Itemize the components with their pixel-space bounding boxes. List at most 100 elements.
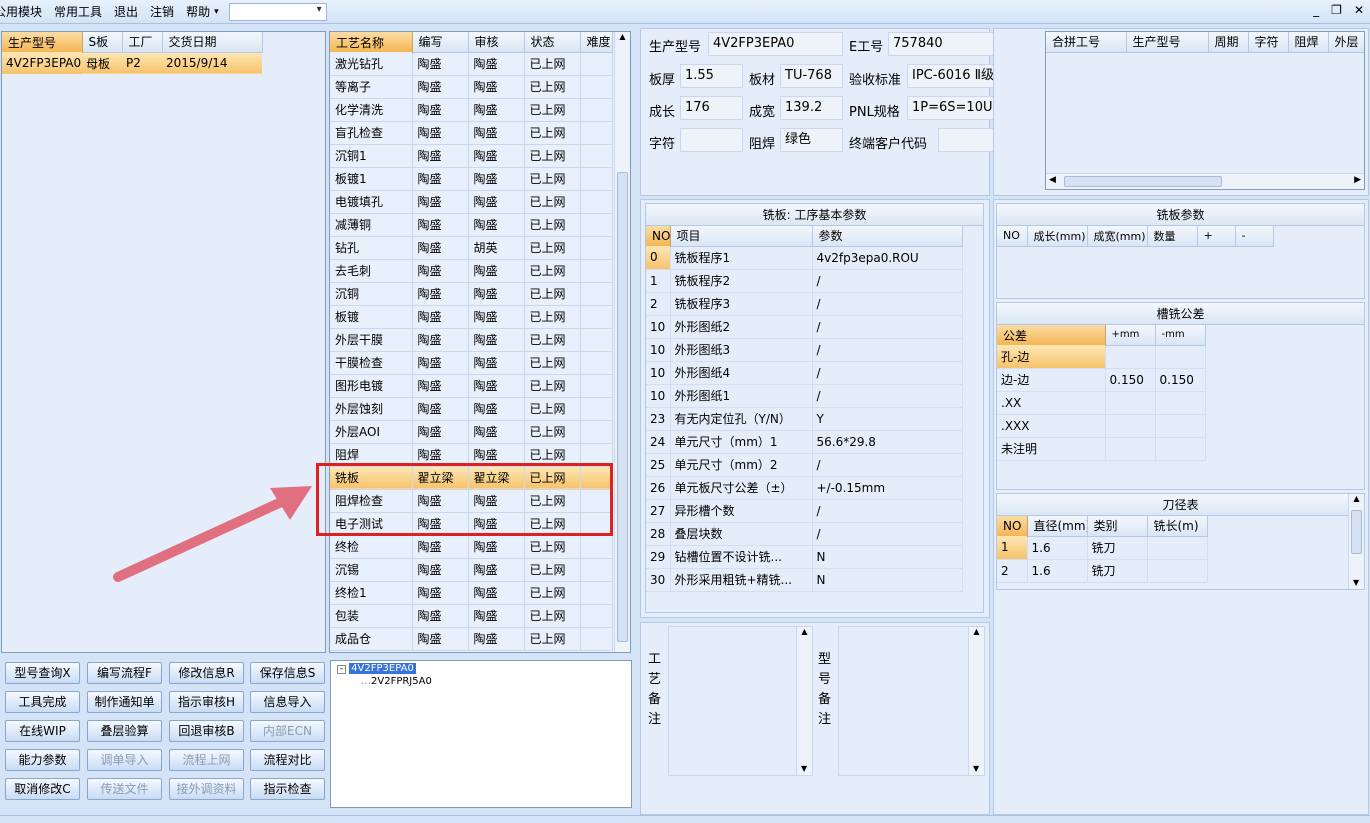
table-row[interactable]: 27 异形槽个数 / [646,499,963,523]
table-row[interactable]: 10 外形图纸4/ [646,361,963,385]
scroll-up-icon[interactable]: ▲ [615,32,630,41]
table-row[interactable]: 沉锡 陶盛 陶盛 已上网 [330,558,613,582]
field-wid[interactable]: 139.2 [780,96,843,120]
action-button[interactable]: 制作通知单 [87,691,162,713]
action-button[interactable]: 调单导入 [87,749,162,771]
col-plus[interactable]: +mm [1105,325,1156,346]
action-button[interactable]: 流程上网 [169,749,244,771]
table-row[interactable]: 孔-边 [997,345,1206,369]
scroll-down-icon[interactable]: ▼ [1353,578,1359,587]
table-row[interactable]: 1 1.6 铣刀 [997,536,1208,560]
table-row[interactable]: 30 外形采用粗铣+精铣... N [646,568,963,592]
table-row[interactable]: 成品仓 陶盛 陶盛 已上网 [330,627,613,651]
mill-board-col[interactable]: 数量 [1147,226,1198,247]
table-row[interactable]: 1 铣板程序2/ [646,269,963,293]
col-delivery[interactable]: 交货日期 [162,32,263,53]
table-row[interactable]: 沉铜 陶盛 陶盛 已上网 [330,282,613,306]
tree-child-label[interactable]: 2V2FPRJ5A0 [371,676,432,687]
field-char[interactable] [680,128,743,152]
table-row[interactable]: 未注明 [997,437,1206,461]
table-row[interactable]: 外层蚀刻 陶盛 陶盛 已上网 [330,397,613,421]
table-row[interactable]: 外层干膜 陶盛 陶盛 已上网 [330,328,613,352]
table-row[interactable]: 干膜检查 陶盛 陶盛 已上网 [330,351,613,375]
table-row[interactable]: 25 单元尺寸（mm）2/ [646,453,963,477]
col-char[interactable]: 字符 [1248,32,1289,53]
col-merge-model[interactable]: 生产型号 [1126,32,1209,53]
col-minus[interactable]: -mm [1155,325,1206,346]
table-row[interactable]: 盲孔检查 陶盛 陶盛 已上网 [330,121,613,145]
mill-board-col[interactable]: - [1235,226,1274,247]
field-mask[interactable]: 绿色 [780,128,843,152]
action-button[interactable]: 叠层验算 [87,720,162,742]
action-button[interactable]: 流程对比 [250,749,325,771]
table-row[interactable]: 板镀 陶盛 陶盛 已上网 [330,305,613,329]
col-process-name[interactable]: 工艺名称 [330,32,413,52]
table-row[interactable]: 10 外形图纸3/ [646,338,963,362]
table-row[interactable]: 边-边 0.150 0.150 [997,368,1206,392]
table-row[interactable]: 减薄铜 陶盛 陶盛 已上网 [330,213,613,237]
collapse-icon[interactable]: - [337,665,346,674]
tree-root-label[interactable]: 4V2FP3EPA0 [349,663,416,674]
col-sboard[interactable]: S板 [82,32,123,53]
mill-board-col[interactable]: NO [997,226,1028,247]
restore-icon[interactable]: ❐ [1331,3,1342,17]
table-row[interactable]: 10 外形图纸1/ [646,384,963,408]
col-length[interactable]: 铣长(m) [1147,516,1208,537]
table-row[interactable]: 2 1.6 铣刀 [997,559,1208,583]
scroll-thumb[interactable] [617,172,628,642]
action-button[interactable]: 保存信息S [250,662,325,684]
table-row[interactable]: 24 单元尺寸（mm）1 56.6*29.8 [646,430,963,454]
menu-tools[interactable]: 常用工具 [54,3,102,20]
action-button[interactable]: 接外调资料 [169,778,244,800]
table-row[interactable]: 终检 陶盛 陶盛 已上网 [330,535,613,559]
table-row[interactable]: 终检1 陶盛 陶盛 已上网 [330,581,613,605]
table-row[interactable]: 钻孔 陶盛 胡英 已上网 [330,236,613,260]
table-row[interactable]: 图形电镀 陶盛 陶盛 已上网 [330,374,613,398]
action-button[interactable]: 能力参数 [5,749,80,771]
scroll-left-icon[interactable]: ◀ [1049,175,1056,185]
field-len[interactable]: 176 [680,96,743,120]
table-row[interactable]: 包装 陶盛 陶盛 已上网 [330,604,613,628]
table-row[interactable]: 2 铣板程序3/ [646,292,963,316]
note-scrollbar[interactable]: ▲ ▼ [968,627,984,775]
table-row[interactable]: 激光钻孔 陶盛 陶盛 已上网 [330,52,613,76]
action-button[interactable]: 在线WIP [5,720,80,742]
table-row[interactable]: 0 铣板程序1 4v2fp3epa0.ROU [646,246,963,270]
table-row[interactable]: 电镀填孔 陶盛 陶盛 已上网 [330,190,613,214]
col-diameter[interactable]: 直径(mm) [1027,516,1088,537]
scroll-thumb[interactable] [1351,510,1362,554]
action-button[interactable]: 信息导入 [250,691,325,713]
table-row[interactable]: .XX [997,391,1206,415]
col-writer[interactable]: 编写 [412,32,469,53]
table-row[interactable]: 沉铜1 陶盛 陶盛 已上网 [330,144,613,168]
col-outer[interactable]: 外层 [1328,32,1364,53]
menu-logout[interactable]: 注销 [150,3,174,20]
menu-common-module[interactable]: 公用模块 [0,3,42,20]
note-scrollbar[interactable]: ▲ ▼ [796,627,812,775]
table-row[interactable]: 化学清洗 陶盛 陶盛 已上网 [330,98,613,122]
col-mask[interactable]: 阻焊 [1288,32,1329,53]
mill-board-col[interactable]: 成长(mm) [1027,226,1088,247]
minimize-icon[interactable]: _ [1313,3,1319,17]
action-button[interactable]: 编写流程F [87,662,162,684]
menu-dropdown-arrow[interactable]: ▾ [214,7,219,17]
col-model[interactable]: 生产型号 [2,32,83,52]
tree-root[interactable]: - 4V2FP3EPA0 [337,663,416,674]
table-row[interactable]: 23 有无内定位孔（Y/N） Y [646,407,963,431]
table-row[interactable]: 4V2FP3EPA0 母板 P2 2015/9/14 [2,52,262,74]
col-difficulty[interactable]: 难度 [580,32,613,53]
table-row[interactable]: 29 钻槽位置不设计铣... N [646,545,963,569]
action-button[interactable]: 工具完成 [5,691,80,713]
col-factory[interactable]: 工厂 [122,32,163,53]
action-button[interactable]: 型号查询X [5,662,80,684]
table-row[interactable]: 外层AOI 陶盛 陶盛 已上网 [330,420,613,444]
hscroll-thumb[interactable] [1064,176,1222,187]
col-item[interactable]: 项目 [670,226,813,247]
process-note-box[interactable]: ▲ ▼ [668,626,813,776]
menu-exit[interactable]: 退出 [114,3,138,20]
col-type[interactable]: 类别 [1087,516,1148,537]
close-icon[interactable]: ✕ [1354,3,1364,17]
table-row[interactable]: 板镀1 陶盛 陶盛 已上网 [330,167,613,191]
scroll-right-icon[interactable]: ▶ [1354,175,1361,185]
col-reviewer[interactable]: 审核 [468,32,525,53]
